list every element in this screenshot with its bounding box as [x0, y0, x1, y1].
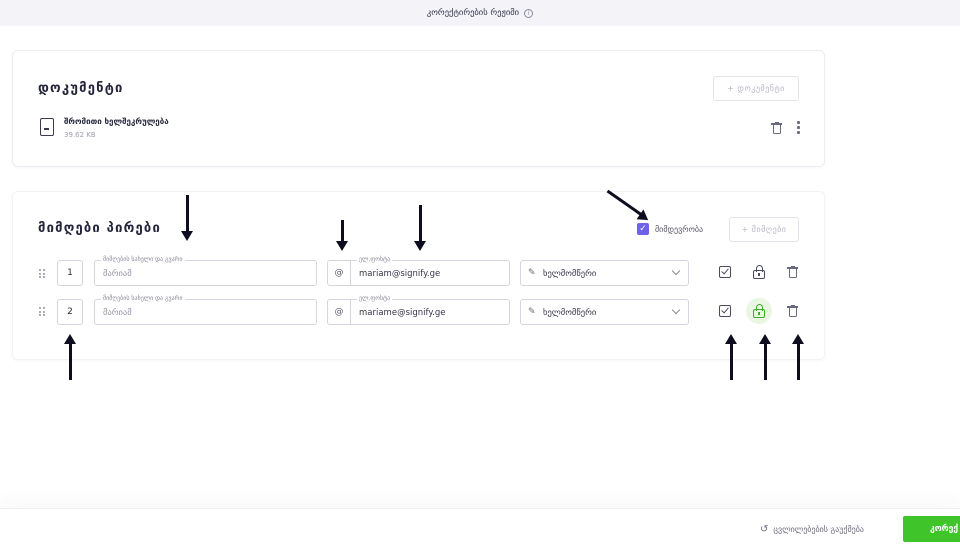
recipient-email-label: ელ.ფოსტა	[357, 295, 393, 303]
recipient-name-label: მიმღების სახელი და გვარი	[101, 295, 185, 303]
recipients-title: მიმღები პირები	[38, 221, 161, 236]
recipient-email-field[interactable]: ელ.ფოსტა mariam@signify.ge	[350, 256, 510, 286]
document-size: 39.62 KB	[64, 131, 96, 139]
approve-check-icon[interactable]	[719, 305, 731, 317]
delete-recipient-icon[interactable]	[787, 304, 798, 317]
chevron-down-icon	[671, 305, 681, 315]
document-name[interactable]: შრომითი ხელშეკრულება	[64, 117, 169, 126]
recipient-email-label: ელ.ფოსტა	[357, 256, 393, 264]
delete-recipient-icon[interactable]	[787, 265, 798, 278]
mode-title: კორექტირების რეჟიმი	[426, 8, 520, 18]
at-sign-icon: @	[327, 299, 351, 325]
recipient-order-input[interactable]: 2	[57, 299, 83, 325]
annotation-arrow	[759, 334, 771, 380]
at-sign-icon: @	[327, 260, 351, 286]
recipient-role-select[interactable]: ✎ ხელმომწერი	[520, 299, 689, 325]
annotation-arrow	[181, 195, 193, 241]
save-correction-button[interactable]: კორექ	[903, 516, 960, 542]
info-icon[interactable]: i	[524, 8, 534, 18]
annotation-arrow	[64, 334, 76, 380]
document-file-icon	[40, 118, 54, 136]
footer-bar: ↺ ცვლილებების გაუქმება კორექ	[0, 508, 960, 547]
order-checkbox[interactable]: ✓	[637, 223, 649, 235]
drag-handle-icon[interactable]	[39, 269, 47, 278]
document-more-icon[interactable]	[797, 121, 800, 134]
annotation-arrow	[792, 334, 804, 380]
recipient-email-value: mariam@signify.ge	[359, 269, 441, 279]
recipient-role-value: ხელმომწერი	[543, 269, 597, 279]
annotation-arrow	[725, 334, 737, 380]
recipient-name-value: მარიამ	[103, 308, 132, 318]
reset-changes-link[interactable]: ↺ ცვლილებების გაუქმება	[760, 524, 864, 535]
annotation-arrow	[414, 205, 426, 251]
annotation-arrow	[336, 220, 348, 251]
recipient-email-field[interactable]: ელ.ფოსტა mariame@signify.ge	[350, 295, 510, 325]
recipient-role-value: ხელმომწერი	[543, 308, 597, 318]
signature-pen-icon: ✎	[528, 307, 536, 317]
signature-pen-icon: ✎	[528, 268, 536, 278]
reset-changes-label: ცვლილებების გაუქმება	[773, 525, 864, 534]
recipient-name-field[interactable]: მიმღების სახელი და გვარი მარიამ	[94, 295, 317, 325]
approve-check-icon[interactable]	[719, 266, 731, 278]
documents-card	[12, 50, 825, 167]
recipient-name-label: მიმღების სახელი და გვარი	[101, 256, 185, 264]
lock-icon[interactable]	[753, 265, 765, 279]
recipient-email-value: mariame@signify.ge	[359, 308, 446, 318]
undo-icon: ↺	[760, 524, 769, 535]
add-document-button[interactable]: + დოკუმენტი	[713, 76, 799, 101]
order-label: მიმდევრობა	[655, 225, 704, 234]
lock-active-icon[interactable]	[753, 304, 765, 318]
add-recipient-button[interactable]: + მიმღები	[729, 217, 799, 242]
recipient-name-value: მარიამ	[103, 269, 132, 279]
recipient-name-field[interactable]: მიმღების სახელი და გვარი მარიამ	[94, 256, 317, 286]
chevron-down-icon	[671, 266, 681, 276]
delete-document-icon[interactable]	[771, 121, 782, 134]
documents-title: დოკუმენტი	[38, 81, 124, 96]
recipient-role-select[interactable]: ✎ ხელმომწერი	[520, 260, 689, 286]
mode-banner: კორექტირების რეჟიმი i	[0, 0, 960, 26]
drag-handle-icon[interactable]	[39, 307, 47, 316]
recipient-order-input[interactable]: 1	[57, 260, 83, 286]
